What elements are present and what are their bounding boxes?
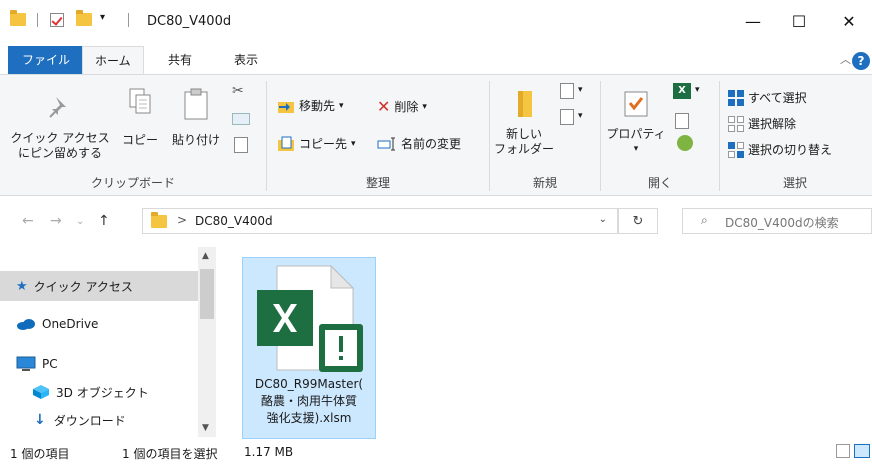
- navigation-bar: ← → ⌄ ↑ > DC80_V400d ⌄ ↻ ⌕ DC80_V400dの検索: [0, 197, 872, 247]
- pin-icon: [49, 97, 66, 118]
- search-box[interactable]: ⌕ DC80_V400dの検索: [682, 208, 872, 234]
- invert-selection-button[interactable]: 選択の切り替え: [728, 141, 832, 158]
- status-bar: 1 個の項目 1 個の項目を選択 1.17 MB: [0, 440, 872, 464]
- star-icon: ★: [16, 278, 28, 294]
- scrollbar-thumb[interactable]: [200, 269, 214, 319]
- window-title: DC80_V400d: [147, 14, 232, 29]
- nav-item-downloads[interactable]: ↓ ダウンロード: [0, 405, 198, 435]
- delete-x-icon: ✕: [377, 97, 391, 116]
- nav-item-onedrive[interactable]: OneDrive: [0, 309, 198, 339]
- customize-toolbar-icon[interactable]: ▾: [100, 12, 105, 23]
- minimize-button[interactable]: —: [730, 6, 776, 36]
- up-arrow-icon[interactable]: ↑: [98, 213, 110, 229]
- file-item[interactable]: DC80_R99Master( 酪農・肉用牛体質 強化支援).xlsm: [242, 257, 376, 439]
- address-dropdown-icon[interactable]: ⌄: [599, 214, 607, 225]
- refresh-icon: ↻: [632, 213, 644, 229]
- refresh-button[interactable]: ↻: [618, 208, 658, 234]
- breadcrumb-path[interactable]: DC80_V400d: [195, 214, 273, 228]
- scroll-up-icon[interactable]: ▲: [202, 251, 209, 261]
- ribbon-tabs: ファイル ホーム 共有 表示 ︿ ?: [0, 46, 872, 75]
- folder-icon[interactable]: [10, 10, 26, 26]
- navigation-pane: ★ クイック アクセス OneDrive PC 3D オブジェクト ↓ ダウンロ…: [0, 247, 216, 437]
- copy-to-icon: [278, 136, 294, 151]
- search-placeholder: DC80_V400dの検索: [725, 216, 839, 230]
- select-group: すべて選択 選択解除 選択の切り替え 選択: [720, 75, 870, 195]
- organize-group: 移動先 ▾ ✕ 削除 ▾ コピー先 ▾ 名前の変更 整理: [267, 75, 489, 195]
- select-all-button[interactable]: すべて選択: [728, 89, 807, 106]
- nav-scrollbar[interactable]: ▲ ▼: [198, 247, 216, 437]
- scroll-down-icon[interactable]: ▼: [202, 423, 209, 433]
- open-group: プロパティ ▾ X ▾ 開く: [601, 75, 719, 195]
- tab-view[interactable]: 表示: [222, 46, 270, 74]
- properties-icon: [624, 91, 648, 117]
- move-to-button[interactable]: 移動先 ▾: [277, 97, 344, 114]
- close-button[interactable]: ✕: [826, 6, 872, 36]
- tab-file[interactable]: ファイル: [8, 46, 85, 74]
- cube-icon: [33, 385, 49, 399]
- new-item-icon[interactable]: [560, 83, 574, 99]
- monitor-icon: [16, 356, 36, 371]
- separator: [37, 13, 38, 27]
- ribbon: クイック アクセス にピン留めする コピー 貼り付け ✂ クリップボード 移動先…: [0, 74, 872, 196]
- address-bar[interactable]: > DC80_V400d ⌄: [142, 208, 618, 234]
- clipboard-icon: [184, 88, 208, 120]
- easy-access-icon[interactable]: [560, 109, 574, 125]
- cloud-icon: [17, 319, 35, 330]
- title-bar: ▾ DC80_V400d — ☐ ✕: [0, 0, 872, 44]
- folder-icon: [151, 212, 167, 228]
- recent-locations-icon[interactable]: ⌄: [76, 216, 84, 227]
- delete-button[interactable]: ✕ 削除 ▾: [377, 97, 427, 116]
- help-icon[interactable]: ?: [852, 52, 870, 70]
- cut-icon[interactable]: ✂: [232, 83, 244, 99]
- new-group: 新しい フォルダー ▾ ▾ 新規: [494, 83, 583, 190]
- select-none-button[interactable]: 選択解除: [728, 115, 796, 132]
- maximize-button[interactable]: ☐: [776, 6, 822, 36]
- item-count: 1 個の項目: [10, 447, 70, 461]
- search-icon: ⌕: [701, 213, 708, 227]
- file-name: DC80_R99Master( 酪農・肉用牛体質 強化支援).xlsm: [254, 377, 364, 425]
- move-to-icon: [278, 101, 294, 113]
- paste-shortcut-icon[interactable]: [234, 137, 248, 153]
- large-icons-view-icon[interactable]: [854, 444, 870, 458]
- forward-arrow-icon[interactable]: →: [50, 213, 62, 229]
- copy-to-button[interactable]: コピー先 ▾: [277, 135, 356, 152]
- pin-quick-access-button[interactable]: クイック アクセス にピン留めする: [4, 93, 116, 161]
- back-arrow-icon[interactable]: ←: [22, 213, 34, 229]
- properties-button[interactable]: プロパティ ▾: [603, 89, 669, 157]
- nav-item-quick-access[interactable]: ★ クイック アクセス: [0, 271, 198, 301]
- rename-icon: [377, 137, 395, 150]
- rename-button[interactable]: 名前の変更: [377, 135, 461, 152]
- copy-icon: [129, 88, 151, 114]
- nav-item-pc[interactable]: PC: [0, 349, 198, 379]
- excel-macro-file-icon: [257, 264, 363, 372]
- tab-home[interactable]: ホーム: [82, 46, 144, 75]
- invert-selection-icon: [728, 141, 744, 158]
- history-icon[interactable]: [677, 135, 693, 151]
- properties-check-icon[interactable]: [50, 13, 64, 27]
- clipboard-group: クイック アクセス にピン留めする コピー 貼り付け ✂ クリップボード: [0, 75, 266, 195]
- edit-icon[interactable]: [675, 113, 689, 129]
- selection-size: 1.17 MB: [244, 445, 294, 459]
- copy-button[interactable]: コピー: [118, 87, 162, 148]
- tab-share[interactable]: 共有: [156, 46, 204, 74]
- new-folder-button[interactable]: 新しい フォルダー: [494, 89, 554, 157]
- select-all-icon: [728, 89, 744, 106]
- new-folder-icon: [518, 91, 532, 117]
- excel-open-icon[interactable]: X: [673, 83, 691, 99]
- select-none-icon: [728, 115, 744, 132]
- file-list: DC80_R99Master( 酪農・肉用牛体質 強化支援).xlsm: [216, 247, 872, 439]
- details-view-icon[interactable]: [836, 444, 850, 458]
- download-arrow-icon: ↓: [34, 412, 46, 428]
- separator: [128, 13, 129, 27]
- paste-button[interactable]: 貼り付け: [168, 87, 224, 148]
- new-folder-icon[interactable]: [76, 10, 92, 26]
- selection-count: 1 個の項目を選択: [122, 447, 218, 461]
- breadcrumb-separator: >: [177, 213, 188, 227]
- nav-item-3d-objects[interactable]: 3D オブジェクト: [0, 377, 198, 407]
- copy-path-icon[interactable]: [232, 113, 250, 125]
